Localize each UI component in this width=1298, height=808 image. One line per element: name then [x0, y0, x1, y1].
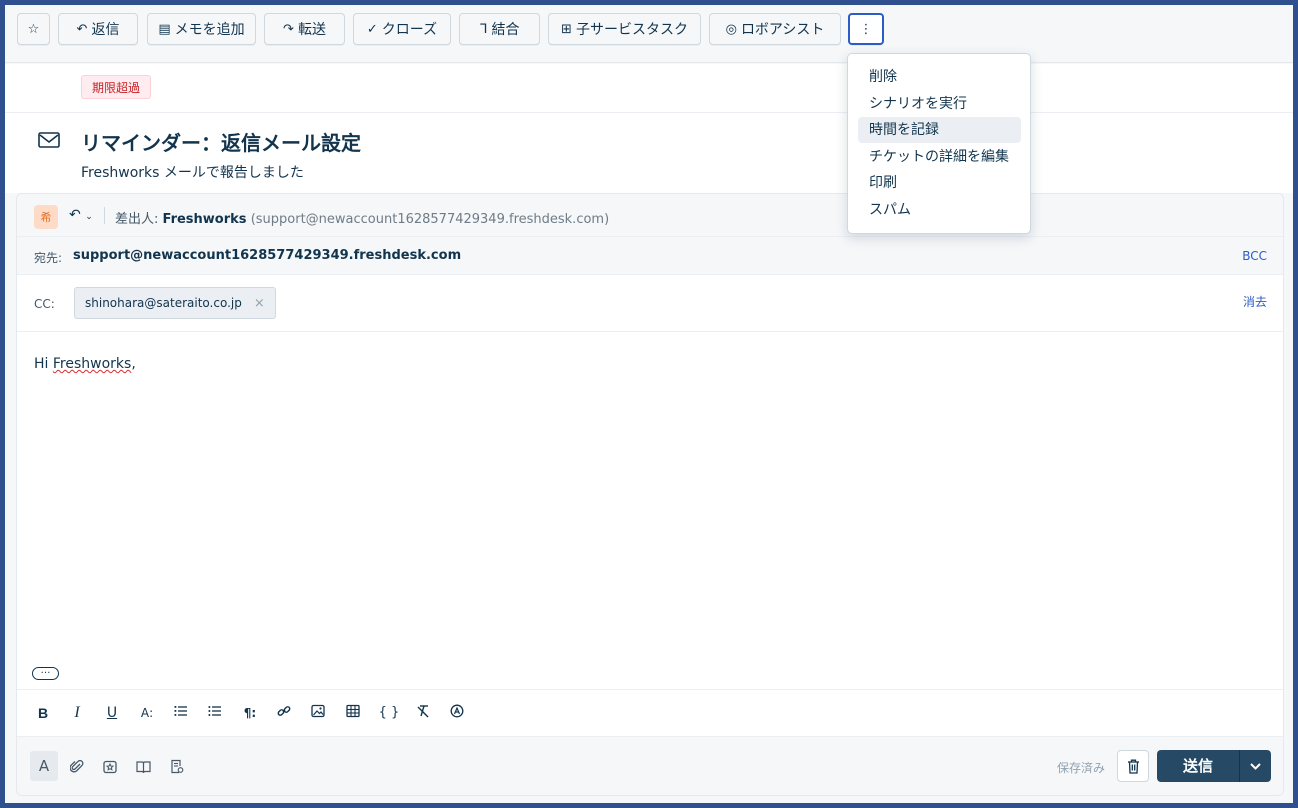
bcc-link[interactable]: BCC — [1242, 249, 1267, 263]
from-label: 差出人: — [115, 212, 159, 227]
check-circle-icon: ✓ — [366, 21, 378, 37]
to-label: 宛先: — [34, 251, 63, 265]
from-email: (support@newaccount1628577429349.freshde… — [250, 212, 610, 227]
chevron-down-icon[interactable] — [1240, 750, 1271, 782]
mail-icon — [38, 132, 60, 148]
reply-editor: 希 ↶ ⌄ 差出人: Freshworks (support@newaccoun… — [16, 193, 1284, 796]
send-button[interactable]: 送信 — [1157, 750, 1271, 782]
forward-button[interactable]: ↷ 転送 — [264, 13, 345, 45]
table-icon[interactable] — [344, 704, 362, 722]
font-size-icon[interactable]: A꞉ — [138, 704, 156, 722]
menu-item-run-scenario[interactable]: シナリオを実行 — [858, 91, 1021, 117]
merge-icon: ᒣ — [479, 21, 488, 37]
note-icon: ▤ — [158, 21, 171, 37]
saved-status: 保存済み — [1056, 761, 1105, 775]
paragraph-icon[interactable]: ¶꞉ — [241, 704, 259, 722]
ticket-title: リマインダー：返信メール設定 — [81, 131, 361, 155]
cc-row: CC: shinohara@sateraito.co.jp × 消去 — [17, 275, 1283, 332]
menu-item-print[interactable]: 印刷 — [858, 170, 1021, 196]
add-note-label: メモを追加 — [174, 22, 245, 38]
status-band — [5, 64, 1293, 112]
more-actions-button[interactable]: ⋮ — [848, 13, 884, 45]
bullet-list-icon[interactable] — [206, 704, 224, 722]
plus-square-icon: ⊞ — [561, 21, 572, 37]
code-icon[interactable]: { } — [378, 704, 400, 722]
italic-icon[interactable]: I — [68, 704, 86, 722]
add-note-button[interactable]: ▤ メモを追加 — [147, 13, 256, 45]
robo-assist-label: ロボアシスト — [740, 22, 825, 38]
cc-chip[interactable]: shinohara@sateraito.co.jp × — [74, 287, 276, 319]
star-icon: ☆ — [27, 21, 40, 37]
image-icon[interactable] — [309, 704, 327, 722]
clear-format-icon[interactable] — [414, 704, 432, 722]
bold-icon[interactable]: B — [34, 704, 52, 722]
attachment-icon[interactable] — [63, 751, 91, 781]
clear-cc-link[interactable]: 消去 — [1243, 293, 1267, 310]
close-ticket-button[interactable]: ✓ クローズ — [353, 13, 451, 45]
close-icon[interactable]: × — [254, 296, 265, 311]
menu-item-edit-ticket-details[interactable]: チケットの詳細を編集 — [858, 144, 1021, 170]
cc-chip-email: shinohara@sateraito.co.jp — [85, 296, 242, 310]
menu-item-delete[interactable]: 削除 — [858, 64, 1021, 90]
ordered-list-icon[interactable] — [172, 704, 190, 722]
greeting-prefix: Hi — [34, 356, 53, 372]
reply-icon: ↶ — [76, 21, 88, 37]
text-format-icon[interactable]: A — [30, 751, 58, 781]
solution-template-icon[interactable] — [163, 751, 191, 781]
underline-icon[interactable]: U — [103, 704, 121, 722]
forward-icon: ↷ — [283, 21, 294, 37]
merge-button[interactable]: ᒣ 結合 — [459, 13, 540, 45]
reply-icon: ↶ — [69, 207, 81, 223]
avatar: 希 — [34, 205, 58, 229]
show-quoted-button[interactable]: … — [32, 666, 59, 680]
menu-item-spam[interactable]: スパム — [858, 197, 1021, 223]
close-label: クローズ — [381, 22, 438, 38]
ticket-source: Freshworks メールで報告しました — [81, 162, 304, 182]
canned-response-icon[interactable] — [96, 751, 124, 781]
from-row: 希 ↶ ⌄ 差出人: Freshworks (support@newaccoun… — [17, 194, 1283, 237]
chevron-down-icon: ⌄ — [85, 212, 93, 222]
send-label: 送信 — [1182, 757, 1213, 775]
to-field[interactable]: support@newaccount1628577429349.freshdes… — [73, 248, 461, 263]
greeting-name: Freshworks — [52, 356, 132, 372]
more-vertical-icon: ⋮ — [859, 21, 873, 37]
cc-label: CC: — [34, 297, 55, 311]
ticket-source-suffix: メールで報告しました — [159, 165, 304, 181]
robo-assist-button[interactable]: ◎ ロボアシスト — [709, 13, 841, 45]
knowledge-base-icon[interactable] — [129, 751, 157, 781]
compose-footer: A 保存済み 送信 — [17, 736, 1283, 795]
forward-label: 転送 — [297, 22, 326, 38]
reply-body[interactable]: Hi Freshworks, — [34, 356, 136, 372]
divider — [104, 207, 105, 224]
discard-draft-button[interactable] — [1117, 750, 1149, 782]
more-actions-menu: 削除 シナリオを実行 時間を記録 チケットの詳細を編集 印刷 スパム — [847, 53, 1031, 234]
overdue-badge: 期限超過 — [81, 75, 152, 99]
link-icon[interactable] — [275, 704, 293, 722]
child-task-button[interactable]: ⊞ 子サービスタスク — [548, 13, 701, 45]
to-row: 宛先: support@newaccount1628577429349.fres… — [17, 237, 1283, 275]
reply-label: 返信 — [91, 22, 120, 38]
format-toolbar: B I U A꞉ ¶꞉ { } — [17, 689, 1283, 736]
from-name: Freshworks — [162, 212, 247, 227]
star-button[interactable]: ☆ — [17, 13, 50, 45]
ai-assist-icon[interactable] — [448, 704, 466, 722]
child-task-label: 子サービスタスク — [575, 22, 688, 38]
reply-button[interactable]: ↶ 返信 — [58, 13, 138, 45]
from-field[interactable]: 差出人: Freshworks (support@newaccount16285… — [115, 208, 609, 227]
merge-label: 結合 — [491, 22, 520, 38]
greeting-suffix: , — [131, 356, 136, 372]
ticket-source-name: Freshworks — [81, 165, 160, 181]
menu-item-log-time[interactable]: 時間を記録 — [858, 117, 1021, 143]
trash-icon — [1127, 759, 1139, 774]
reply-mode-dropdown[interactable]: ↶ ⌄ — [69, 207, 93, 223]
robot-icon: ◎ — [725, 21, 737, 37]
